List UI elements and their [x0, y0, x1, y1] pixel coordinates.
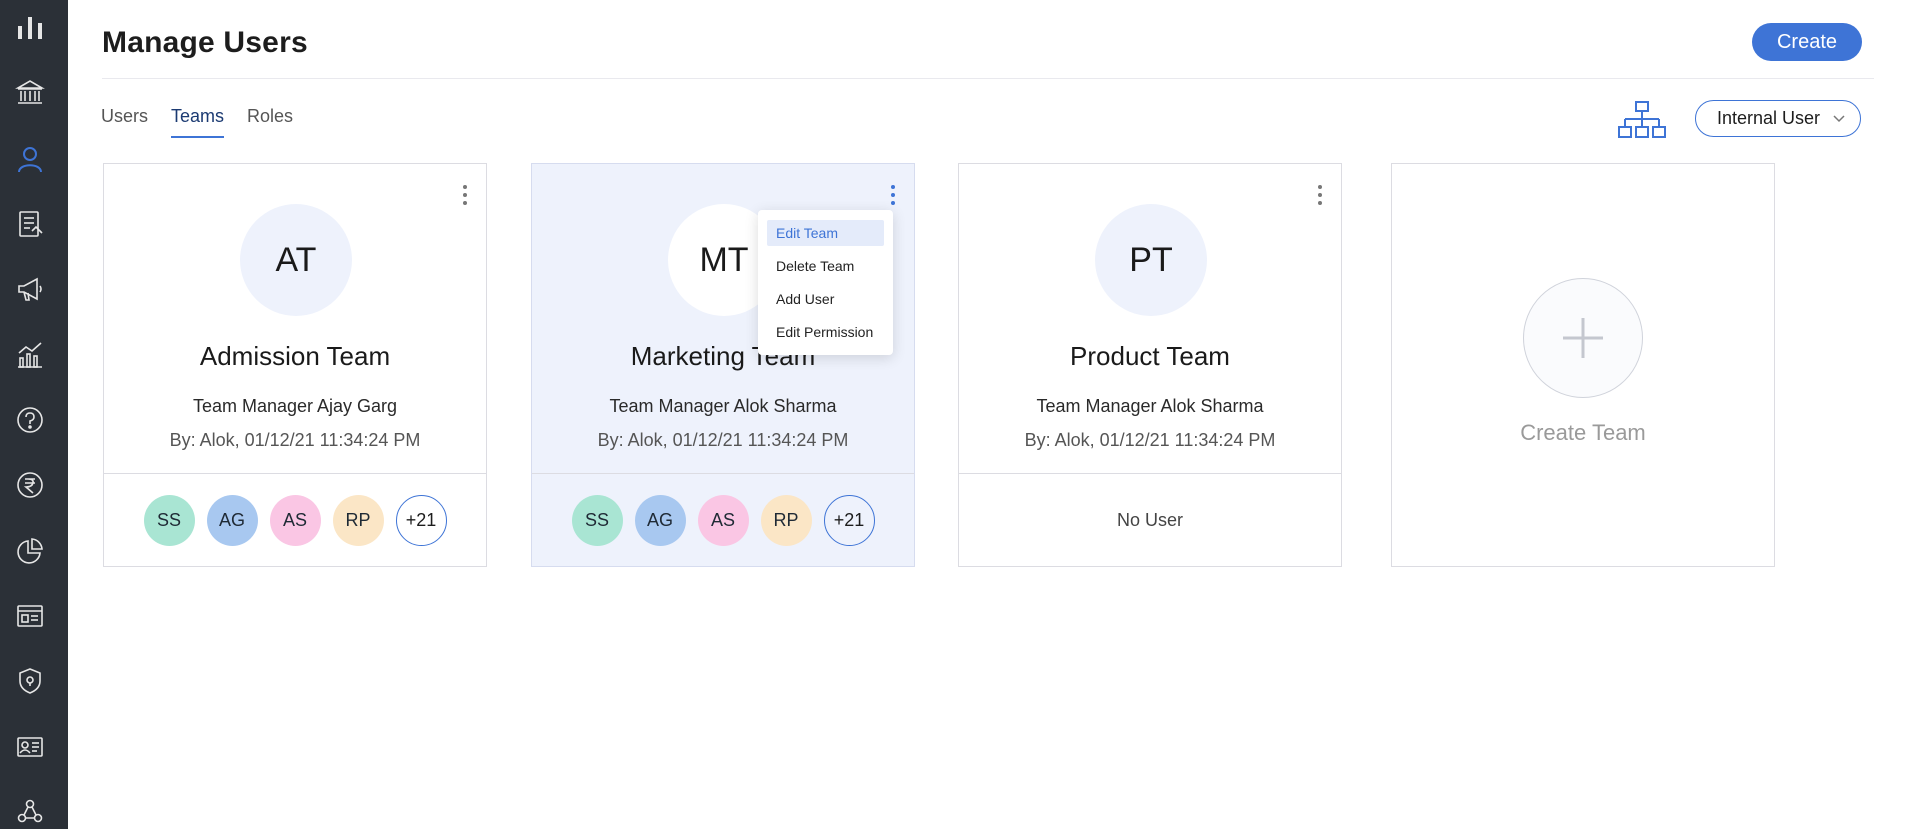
create-team-card[interactable]: Create Team	[1391, 163, 1775, 567]
document-icon[interactable]	[14, 208, 46, 240]
member-avatar[interactable]: RP	[760, 495, 812, 546]
team-manager: Team Manager Alok Sharma	[609, 396, 837, 416]
team-name: Product Team	[1070, 341, 1230, 371]
page-title: Manage Users	[102, 26, 308, 59]
tab-bar: Users Teams Roles	[101, 106, 293, 138]
network-icon[interactable]	[14, 796, 46, 828]
tab-users[interactable]: Users	[101, 106, 148, 138]
add-team-button[interactable]	[1523, 278, 1643, 398]
megaphone-icon[interactable]	[14, 273, 46, 305]
analytics-icon[interactable]	[14, 339, 46, 371]
tab-roles[interactable]: Roles	[247, 106, 293, 138]
org-chart-icon[interactable]	[1618, 100, 1666, 140]
user-type-select[interactable]: Internal User	[1695, 100, 1861, 137]
id-card-icon[interactable]	[14, 731, 46, 763]
menu-item-edit-team[interactable]: Edit Team	[767, 220, 884, 246]
team-avatar: AT	[240, 204, 352, 316]
member-avatar[interactable]: AG	[634, 495, 686, 546]
more-options-icon[interactable]	[1317, 184, 1323, 206]
user-type-value: Internal User	[1717, 108, 1821, 128]
sidebar	[0, 0, 68, 829]
team-members: SS AG AS RP +21	[532, 473, 914, 567]
team-members: No User	[959, 473, 1341, 567]
member-avatar[interactable]: AS	[697, 495, 749, 546]
team-manager: Team Manager Ajay Garg	[192, 396, 398, 416]
more-options-icon[interactable]	[462, 184, 468, 206]
team-manager: Team Manager Alok Sharma	[1036, 396, 1264, 416]
bank-icon[interactable]	[14, 77, 46, 109]
team-created-by: By: Alok, 01/12/21 11:34:24 PM	[1024, 430, 1276, 450]
user-icon[interactable]	[14, 143, 46, 175]
bar-chart-icon[interactable]	[14, 12, 46, 44]
create-team-label: Create Team	[1520, 420, 1646, 445]
chevron-down-icon	[1833, 115, 1845, 123]
team-avatar: PT	[1095, 204, 1207, 316]
team-card-product[interactable]: PT Product Team Team Manager Alok Sharma…	[958, 163, 1342, 567]
team-card-admission[interactable]: AT Admission Team Team Manager Ajay Garg…	[103, 163, 487, 567]
browser-window-icon[interactable]	[14, 600, 46, 632]
member-avatar[interactable]: AS	[269, 495, 321, 546]
pie-chart-icon[interactable]	[14, 535, 46, 567]
rupee-icon[interactable]	[14, 469, 46, 501]
menu-item-add-user[interactable]: Add User	[767, 286, 884, 312]
no-user-text: No User	[1116, 510, 1183, 530]
team-created-by: By: Alok, 01/12/21 11:34:24 PM	[597, 430, 849, 450]
plus-icon	[1563, 318, 1603, 358]
shield-icon[interactable]	[14, 665, 46, 697]
team-name: Admission Team	[199, 341, 391, 371]
member-avatar[interactable]: SS	[571, 495, 623, 546]
team-members: SS AG AS RP +21	[104, 473, 486, 567]
tab-teams[interactable]: Teams	[171, 106, 225, 138]
page-header: Manage Users Create	[102, 0, 1874, 79]
member-avatar[interactable]: AG	[206, 495, 258, 546]
team-context-menu: Edit Team Delete Team Add User Edit Perm…	[758, 210, 893, 355]
more-members-badge[interactable]: +21	[395, 495, 447, 546]
member-avatar[interactable]: SS	[143, 495, 195, 546]
menu-item-delete-team[interactable]: Delete Team	[767, 253, 884, 279]
more-options-icon[interactable]	[890, 184, 896, 206]
help-icon[interactable]	[14, 404, 46, 436]
create-button[interactable]: Create	[1752, 23, 1862, 61]
more-members-badge[interactable]: +21	[823, 495, 875, 546]
team-created-by: By: Alok, 01/12/21 11:34:24 PM	[169, 430, 421, 450]
menu-item-edit-permission[interactable]: Edit Permission	[767, 319, 884, 345]
member-avatar[interactable]: RP	[332, 495, 384, 546]
